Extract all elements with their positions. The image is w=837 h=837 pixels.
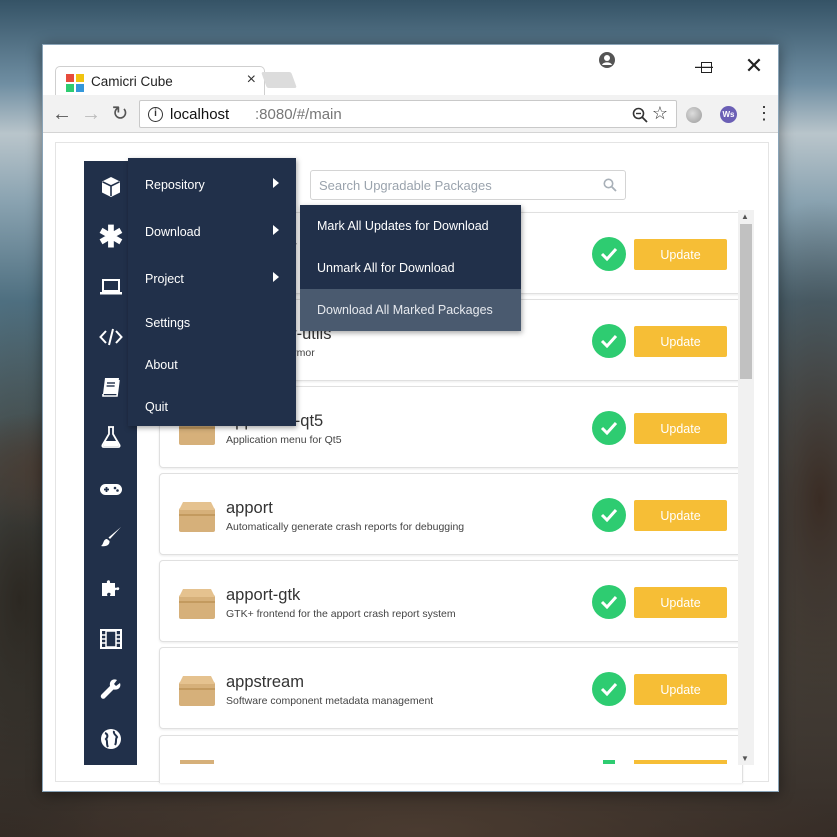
update-button[interactable]: Update <box>634 674 727 705</box>
menu-item-about[interactable]: About <box>128 341 296 383</box>
submenu-item-label: Download All Marked Packages <box>317 303 493 317</box>
zoom-icon[interactable] <box>632 107 648 123</box>
app-favicon-icon <box>66 74 84 92</box>
title-bar: Camicri Cube × — ✕ <box>43 45 778 96</box>
book-icon[interactable] <box>98 374 124 400</box>
menu-item-label: Settings <box>145 316 191 330</box>
browser-toolbar: ← → ↻ i localhost :8080/#/main ☆ Ws ⋮ <box>43 95 778 133</box>
forward-icon[interactable]: → <box>80 103 102 125</box>
package-card: apport-gtk GTK+ frontend for the apport … <box>159 560 743 642</box>
menu-item-label: Quit <box>145 400 168 414</box>
menu-item-label: About <box>145 358 178 372</box>
back-icon[interactable]: ← <box>51 103 73 125</box>
package-card: appstream Software component metadata ma… <box>159 647 743 729</box>
scroll-thumb[interactable] <box>740 224 752 379</box>
package-box-icon <box>179 589 215 619</box>
package-name: appstream <box>226 673 304 691</box>
menu-item-label: Download <box>145 225 201 239</box>
update-button[interactable]: Update <box>634 326 727 357</box>
menu-item-settings[interactable]: Settings <box>128 299 296 341</box>
submenu-arrow-icon <box>273 225 279 235</box>
menu-item-quit[interactable]: Quit <box>128 383 296 425</box>
submenu-item-unmark-all[interactable]: Unmark All for Download <box>300 247 521 289</box>
menu-item-label: Project <box>145 272 184 286</box>
update-button[interactable]: Update <box>634 239 727 270</box>
extension-ws-icon[interactable]: Ws <box>720 106 737 123</box>
package-card-partial <box>159 735 743 783</box>
package-box-icon <box>180 760 214 764</box>
package-box-icon <box>179 502 215 532</box>
submenu-arrow-icon <box>273 272 279 282</box>
submenu-arrow-icon <box>273 178 279 188</box>
maximize-icon[interactable] <box>683 51 729 81</box>
reload-icon[interactable]: ↻ <box>109 103 131 125</box>
close-window-icon[interactable]: ✕ <box>731 51 777 81</box>
package-name: apport <box>226 499 273 517</box>
submenu-item-mark-all[interactable]: Mark All Updates for Download <box>300 205 521 247</box>
package-card: apport Automatically generate crash repo… <box>159 473 743 555</box>
url-host: localhost <box>170 106 230 123</box>
package-name: apport-gtk <box>226 586 301 604</box>
scroll-up-icon[interactable]: ▲ <box>741 212 749 221</box>
browser-menu-icon[interactable]: ⋮ <box>755 103 773 123</box>
tab-close-icon[interactable]: × <box>247 71 256 89</box>
gamepad-icon[interactable] <box>98 476 124 502</box>
menu-item-label: Repository <box>145 178 205 192</box>
check-icon[interactable] <box>592 411 626 445</box>
tab-title: Camicri Cube <box>91 74 173 89</box>
submenu-item-label: Unmark All for Download <box>317 261 455 275</box>
globe-icon[interactable] <box>98 726 124 752</box>
info-icon[interactable]: i <box>148 107 163 122</box>
search-input[interactable] <box>317 175 597 195</box>
profile-icon[interactable] <box>598 51 616 69</box>
main-menu: Repository Download Project Settings Abo… <box>128 158 296 426</box>
submenu-item-label: Mark All Updates for Download <box>317 219 489 233</box>
submenu-item-download-marked[interactable]: Download All Marked Packages <box>300 289 521 331</box>
address-bar[interactable]: i localhost :8080/#/main ☆ <box>139 100 677 128</box>
check-icon[interactable] <box>592 585 626 619</box>
update-button[interactable]: Update <box>634 587 727 618</box>
extension-icon[interactable] <box>686 107 702 123</box>
scrollbar[interactable]: ▲ ▼ <box>738 210 754 765</box>
new-tab-button[interactable] <box>261 72 297 88</box>
download-submenu: Mark All Updates for Download Unmark All… <box>300 205 521 331</box>
menu-item-repository[interactable]: Repository <box>128 161 296 203</box>
check-icon[interactable] <box>592 237 626 271</box>
cube-icon[interactable] <box>98 174 124 200</box>
update-button[interactable] <box>634 760 727 764</box>
check-icon[interactable] <box>592 498 626 532</box>
url-path: :8080/#/main <box>255 106 342 123</box>
brush-icon[interactable] <box>98 524 124 550</box>
film-icon[interactable] <box>98 626 124 652</box>
package-box-icon <box>179 676 215 706</box>
menu-item-project[interactable]: Project <box>128 255 296 297</box>
update-button[interactable]: Update <box>634 413 727 444</box>
check-icon <box>603 760 615 764</box>
update-button[interactable]: Update <box>634 500 727 531</box>
scroll-down-icon[interactable]: ▼ <box>741 754 749 763</box>
package-description: Software component metadata management <box>226 695 434 707</box>
package-description: Automatically generate crash reports for… <box>226 521 465 533</box>
bookmark-star-icon[interactable]: ☆ <box>652 103 668 124</box>
browser-tab[interactable]: Camicri Cube × <box>55 66 265 96</box>
flask-icon[interactable] <box>98 424 124 450</box>
wrench-icon[interactable] <box>98 676 124 702</box>
check-icon[interactable] <box>592 324 626 358</box>
search-box <box>310 170 626 200</box>
package-description: GTK+ frontend for the apport crash repor… <box>226 608 456 620</box>
check-icon[interactable] <box>592 672 626 706</box>
puzzle-icon[interactable] <box>98 574 124 600</box>
laptop-icon[interactable] <box>98 274 124 300</box>
search-icon[interactable] <box>603 178 617 192</box>
asterisk-icon[interactable]: ✱ <box>98 221 124 254</box>
code-icon[interactable] <box>98 324 124 350</box>
package-description: Application menu for Qt5 <box>226 434 342 446</box>
menu-item-download[interactable]: Download <box>128 208 296 250</box>
